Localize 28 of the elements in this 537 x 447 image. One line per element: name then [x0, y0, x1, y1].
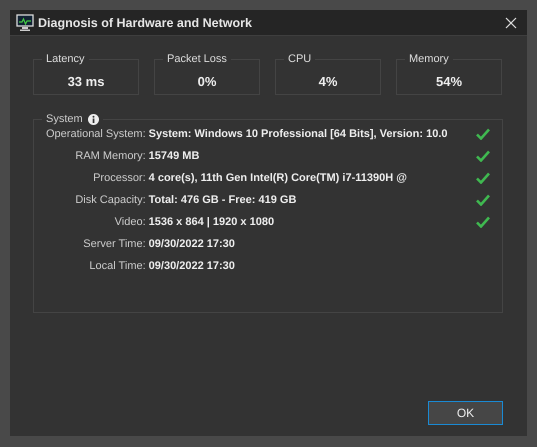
field-value: 15749 MB: [148, 150, 200, 162]
close-button[interactable]: [503, 14, 519, 30]
field-value: 1536 x 864 | 1920 x 1080: [148, 216, 276, 228]
field-label: Disk Capacity:: [74, 194, 146, 206]
metric-value: 0%: [198, 74, 216, 91]
field-label: RAM Memory:: [74, 150, 146, 162]
field-label: Server Time:: [82, 238, 146, 250]
field-value: Total: 476 GB - Free: 419 GB: [148, 194, 298, 206]
metric-label: CPU: [287, 53, 312, 65]
section-title: System: [46, 113, 83, 125]
metric-value: 33 ms: [68, 74, 104, 91]
window-title: Diagnosis of Hardware and Network: [38, 16, 253, 30]
metric-label: Packet Loss: [166, 53, 228, 65]
info-icon: [88, 114, 99, 124]
ok-button[interactable]: OK: [428, 401, 503, 425]
field-label: Operational System:: [46, 128, 146, 140]
metric-value: 4%: [318, 74, 338, 91]
field-value: System: Windows 10 Professional [64 Bits], Version: 10.0: [148, 128, 448, 140]
metric-label: Latency: [45, 53, 86, 65]
field-value: 09/30/2022 17:30: [148, 238, 236, 250]
metric-value: 54%: [436, 74, 462, 91]
metric-label: Memory: [408, 53, 450, 65]
field-label: Video:: [114, 216, 146, 228]
field-value: 09/30/2022 17:30: [148, 260, 236, 272]
monitor-icon: [16, 14, 34, 32]
field-label: Processor:: [92, 172, 146, 184]
field-value: 4 core(s), 11th Gen Intel(R) Core(TM) i7-11390H @: [148, 172, 408, 184]
field-label: Local Time:: [88, 260, 146, 272]
